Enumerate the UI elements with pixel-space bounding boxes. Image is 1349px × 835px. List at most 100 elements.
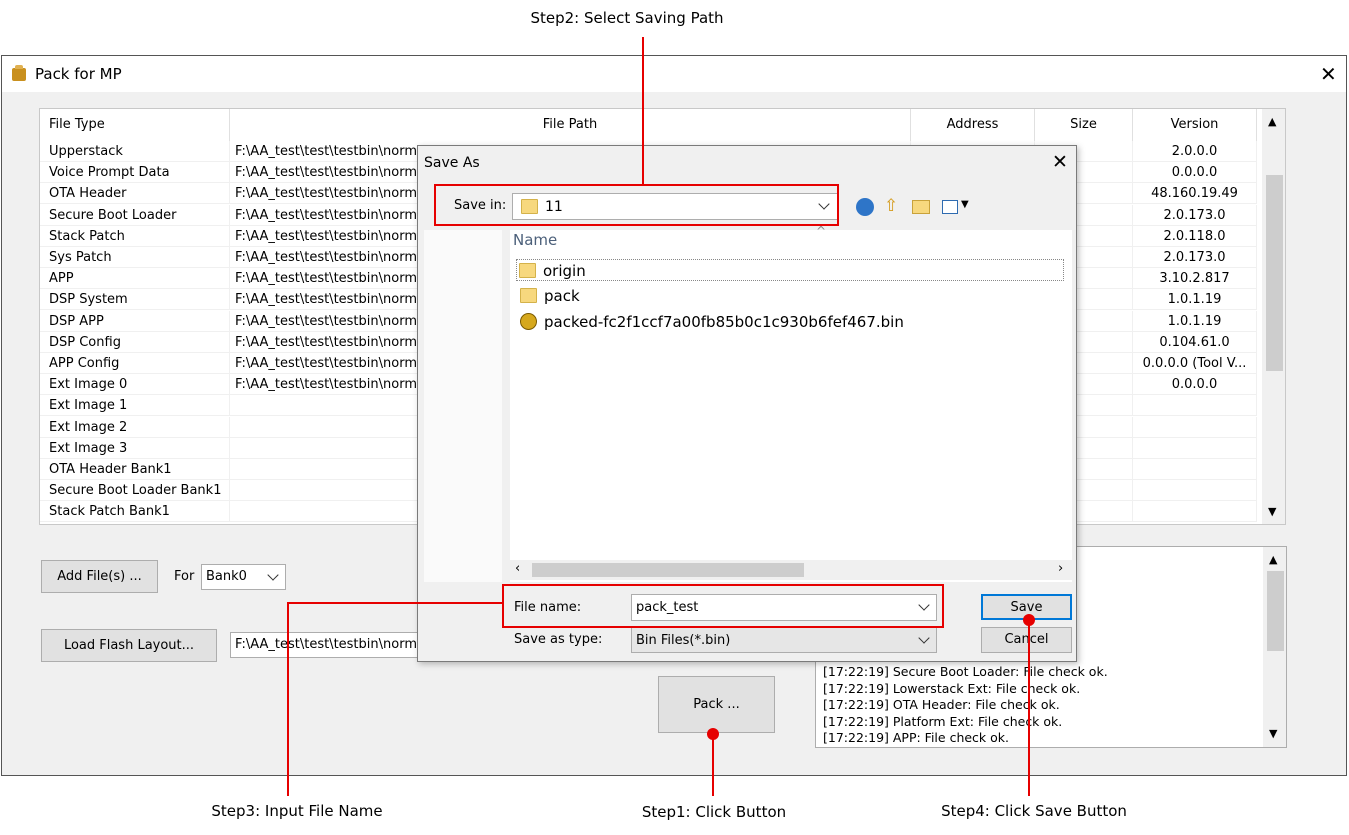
- cell-version: [1133, 437, 1257, 459]
- dialog-close-icon[interactable]: ✕: [1052, 151, 1068, 173]
- bank-select-value: Bank0: [206, 569, 247, 584]
- cancel-button[interactable]: Cancel: [981, 627, 1072, 653]
- dialog-title: Save As: [424, 155, 480, 171]
- callout-line-step3-h: [288, 602, 502, 604]
- file-list-item-label: pack: [544, 287, 580, 305]
- chevron-down-icon: [918, 632, 930, 644]
- places-bar: [424, 230, 502, 582]
- window-title: Pack for MP: [35, 65, 122, 83]
- annotation-step1: Step1: Click Button: [641, 803, 787, 821]
- cell-version: 0.0.0.0: [1133, 374, 1257, 396]
- cell-file-type: Ext Image 1: [40, 395, 230, 417]
- annotation-step4: Step4: Click Save Button: [941, 802, 1127, 820]
- cell-file-type: Stack Patch Bank1: [40, 501, 230, 523]
- close-icon[interactable]: ✕: [1320, 62, 1337, 86]
- scroll-up-icon[interactable]: ▲: [1268, 115, 1276, 128]
- list-header-name[interactable]: Name: [513, 231, 557, 249]
- cell-version: 0.0.0.0: [1133, 162, 1257, 184]
- cell-file-type: Secure Boot Loader Bank1: [40, 480, 230, 502]
- log-line: [17:22:19] Platform Ext: File check ok.: [823, 713, 1063, 729]
- cell-file-type: DSP Config: [40, 331, 230, 353]
- up-folder-icon[interactable]: ⇧: [884, 196, 898, 216]
- log-line: [17:22:19] Secure Boot Loader: File chec…: [823, 664, 1108, 679]
- log-line: [17:22:19] APP: File check ok.: [823, 730, 1009, 745]
- cell-file-type: Ext Image 0: [40, 374, 230, 396]
- cell-version: 3.10.2.817: [1133, 268, 1257, 290]
- app-icon: [12, 65, 26, 81]
- cell-file-type: Ext Image 2: [40, 416, 230, 438]
- cell-version: 2.0.173.0: [1133, 247, 1257, 268]
- scroll-down-icon[interactable]: ▼: [1268, 505, 1276, 518]
- bin-file-icon: [520, 313, 537, 330]
- chevron-down-icon[interactable]: ▼: [961, 199, 969, 210]
- cell-file-type: APP Config: [40, 353, 230, 374]
- annotation-step2: Step2: Select Saving Path: [530, 9, 724, 27]
- save-type-select[interactable]: Bin Files(*.bin): [631, 627, 937, 653]
- title-bar: Pack for MP ✕: [2, 56, 1346, 92]
- column-header-version[interactable]: Version: [1133, 109, 1257, 141]
- column-header-file-type[interactable]: File Type: [40, 109, 230, 141]
- cell-version: 1.0.1.19: [1133, 310, 1257, 332]
- cell-version: [1133, 480, 1257, 502]
- log-scrollbar[interactable]: ▲ ▼: [1263, 547, 1286, 747]
- column-header-size[interactable]: Size: [1035, 109, 1133, 141]
- cell-file-type: Secure Boot Loader: [40, 204, 230, 226]
- save-type-label: Save as type:: [514, 632, 603, 647]
- scroll-right-icon[interactable]: ›: [1058, 561, 1063, 576]
- folder-icon: [520, 288, 537, 303]
- cell-version: 48.160.19.49: [1133, 183, 1257, 205]
- cell-file-type: Stack Patch: [40, 225, 230, 247]
- file-list-item[interactable]: origin: [516, 259, 1064, 281]
- bank-select[interactable]: Bank0: [201, 564, 286, 590]
- cell-file-type: OTA Header Bank1: [40, 459, 230, 480]
- add-files-button[interactable]: Add File(s) ...: [41, 560, 158, 593]
- cell-file-type: OTA Header: [40, 183, 230, 205]
- cell-version: [1133, 416, 1257, 438]
- cell-file-type: Upperstack: [40, 141, 230, 162]
- log-line: [17:22:19] OTA Header: File check ok.: [823, 697, 1060, 712]
- column-header-address[interactable]: Address: [911, 109, 1035, 141]
- cell-version: 2.0.173.0: [1133, 204, 1257, 226]
- cell-file-type: DSP System: [40, 289, 230, 311]
- table-scrollbar-thumb[interactable]: [1266, 175, 1283, 371]
- cell-version: [1133, 395, 1257, 417]
- log-scrollbar-thumb[interactable]: [1267, 571, 1284, 651]
- save-type-value: Bin Files(*.bin): [636, 633, 731, 648]
- cell-version: 0.0.0.0 (Tool V...: [1133, 353, 1257, 374]
- file-list-item[interactable]: packed-fc2f1ccf7a00fb85b0c1c930b6fef467.…: [518, 311, 1066, 333]
- cell-version: 1.0.1.19: [1133, 289, 1257, 311]
- cell-version: [1133, 459, 1257, 480]
- folder-icon: [519, 263, 536, 278]
- flash-layout-path-value: F:\AA_test\test\testbin\norma: [235, 637, 422, 652]
- hscroll-thumb[interactable]: [532, 563, 804, 577]
- new-folder-icon[interactable]: [912, 200, 930, 214]
- cell-version: 2.0.0.0: [1133, 141, 1257, 162]
- scroll-left-icon[interactable]: ‹: [515, 561, 520, 576]
- scroll-down-icon[interactable]: ▼: [1269, 727, 1277, 740]
- view-menu-icon[interactable]: [942, 200, 958, 214]
- callout-line-step4: [1028, 620, 1030, 796]
- callout-line-step3-v: [287, 602, 289, 796]
- cell-file-type: Ext Image 3: [40, 437, 230, 459]
- file-list: Name ^ origin pack packed-fc2f1ccf7a00fb85…: [510, 224, 1072, 582]
- load-flash-layout-button[interactable]: Load Flash Layout...: [41, 629, 217, 662]
- cell-file-type: Voice Prompt Data: [40, 162, 230, 184]
- cell-file-type: APP: [40, 268, 230, 290]
- pack-button[interactable]: Pack ...: [658, 676, 775, 733]
- callout-line-step1: [712, 734, 714, 796]
- for-label: For: [174, 569, 195, 584]
- highlight-file-name: [502, 584, 944, 628]
- annotation-step3: Step3: Input File Name: [211, 802, 383, 820]
- column-header-file-path[interactable]: File Path: [230, 109, 911, 141]
- scroll-up-icon[interactable]: ▲: [1269, 553, 1277, 566]
- highlight-save-in: [434, 184, 839, 226]
- file-list-item[interactable]: pack: [518, 285, 1066, 307]
- file-list-hscrollbar[interactable]: ‹ ›: [510, 560, 1072, 580]
- cell-version: [1133, 501, 1257, 523]
- cell-file-type: Sys Patch: [40, 247, 230, 268]
- log-line: [17:22:19] Lowerstack Ext: File check ok…: [823, 680, 1081, 696]
- back-icon[interactable]: [856, 198, 874, 216]
- flash-layout-path-field[interactable]: F:\AA_test\test\testbin\norma: [230, 632, 422, 658]
- table-scrollbar[interactable]: ▲ ▼: [1262, 109, 1285, 524]
- file-list-item-label: packed-fc2f1ccf7a00fb85b0c1c930b6fef467.…: [544, 313, 904, 331]
